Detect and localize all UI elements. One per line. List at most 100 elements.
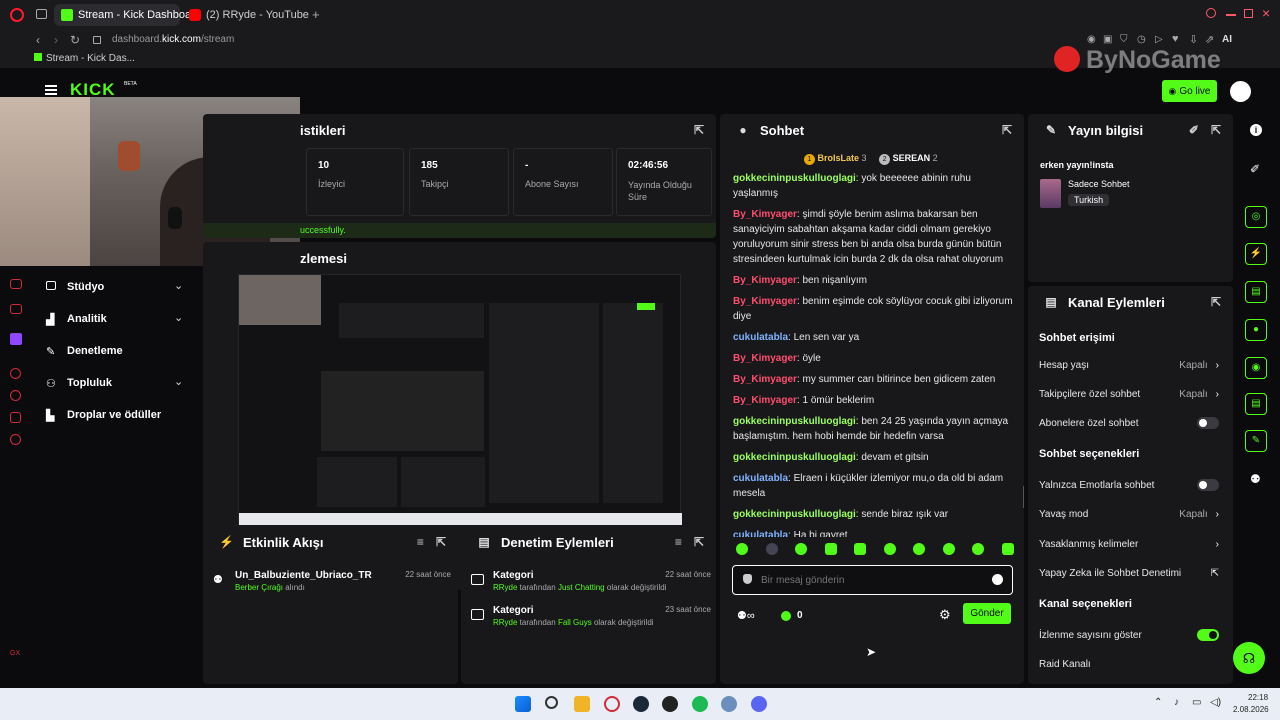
chat-input[interactable] [761, 572, 981, 588]
microphone-icon[interactable]: ♪ [1174, 697, 1179, 708]
tab-kick-dashboard[interactable]: Stream - Kick Dashboard [54, 4, 201, 26]
opera-logo-icon[interactable] [10, 8, 24, 22]
steam-icon[interactable] [633, 696, 649, 712]
volume-icon[interactable]: ◁) [1210, 697, 1221, 708]
extension-history-icon[interactable]: ◷ [1137, 34, 1146, 45]
emote-icon[interactable] [736, 543, 748, 555]
rail-list-icon[interactable]: ▤ [1245, 393, 1267, 415]
clock-date[interactable]: 2.08.2026 [1233, 705, 1269, 714]
opera-sidebar-youtube-icon[interactable] [10, 304, 22, 314]
forward-icon[interactable]: › [54, 33, 58, 47]
extension-play-icon[interactable]: ▷ [1155, 34, 1163, 45]
tab-overview-icon[interactable] [36, 9, 47, 19]
opera-sidebar-twitch-icon[interactable] [10, 333, 22, 345]
maximize-icon[interactable] [1244, 9, 1253, 18]
minimize-icon[interactable] [1226, 14, 1236, 16]
stream-preview-video[interactable] [238, 274, 682, 525]
avatar[interactable] [1230, 81, 1251, 102]
chat-username[interactable]: gokkecininpuskulluoglagi [733, 509, 856, 520]
search-tabs-icon[interactable] [1206, 8, 1216, 18]
chat-username[interactable]: By_Kimyager [733, 395, 797, 406]
extension-camera-icon[interactable]: ◉ [1087, 34, 1096, 45]
chat-username[interactable]: By_Kimyager [733, 296, 797, 307]
toggle-switch[interactable] [1197, 479, 1219, 491]
emote-icon[interactable] [824, 543, 837, 555]
go-live-button[interactable]: ◉ Go live [1162, 80, 1217, 102]
chat-username[interactable]: cukulatabla [733, 332, 788, 343]
extension-shield-icon[interactable]: ⛉ [1120, 34, 1128, 45]
chat-username[interactable]: gokkecininpuskulluoglagi [733, 452, 856, 463]
toggle-switch[interactable] [1197, 417, 1219, 429]
popout-icon[interactable]: ⇱ [694, 535, 704, 549]
rail-wrench-icon[interactable]: ✎ [1245, 430, 1267, 452]
new-tab-icon[interactable]: + [312, 7, 320, 22]
users-icon[interactable]: ⚉∞ [737, 609, 755, 622]
close-icon[interactable]: × [1262, 5, 1270, 21]
chat-username[interactable]: By_Kimyager [733, 374, 797, 385]
search-icon[interactable] [545, 696, 558, 709]
popout-icon[interactable]: ⇱ [436, 535, 446, 549]
opera-sidebar-play-icon[interactable] [10, 368, 21, 379]
setting-banned-words[interactable]: Yasaklanmış kelimeler › [1039, 535, 1219, 553]
rail-camera-icon[interactable]: ◎ [1245, 206, 1267, 228]
opera-gx-icon[interactable] [604, 696, 620, 712]
emoji-icon[interactable] [992, 574, 1003, 585]
setting-emotes-only[interactable]: Yalnızca Emotlarla sohbet [1039, 476, 1219, 494]
setting-show-viewcount[interactable]: İzlenme sayısını göster [1039, 626, 1219, 644]
setting-account-age[interactable]: Hesap yaşı Kapalı › [1039, 356, 1219, 374]
emote-icon[interactable] [795, 543, 808, 555]
opera-sidebar-discord-icon[interactable] [10, 412, 21, 423]
emote-icon[interactable] [913, 543, 926, 555]
emote-icon[interactable] [765, 543, 778, 555]
rail-broadcast-icon[interactable]: ◉ [1245, 357, 1267, 379]
setting-raid-channel[interactable]: Raid Kanalı [1039, 655, 1219, 673]
popout-icon[interactable]: ⇱ [1211, 123, 1221, 137]
back-icon[interactable]: ‹ [36, 33, 40, 47]
send-button[interactable]: Gönder [963, 603, 1011, 624]
tray-chevron-up-icon[interactable]: ⌃ [1154, 697, 1162, 708]
extension-vpn-icon[interactable]: ▣ [1103, 34, 1112, 45]
activity-user[interactable]: Un_Balbuziente_Ubriaco_TR [235, 570, 372, 581]
emote-icon[interactable] [883, 543, 896, 555]
opera-sidebar-settings-icon[interactable] [10, 434, 21, 445]
chat-username[interactable]: cukulatabla [733, 473, 788, 484]
setting-subscribers-only[interactable]: Abonelere özel sohbet [1039, 414, 1219, 432]
tab-youtube[interactable]: (2) RRyde - YouTube [182, 4, 309, 26]
category-name[interactable]: Sadece Sohbet [1068, 179, 1130, 189]
edit-pencil-icon[interactable]: ✐ [1189, 123, 1199, 137]
setting-followers-only[interactable]: Takipçilere özel sohbet Kapalı › [1039, 385, 1219, 403]
chat-username[interactable]: By_Kimyager [733, 353, 797, 364]
support-headset-icon[interactable]: ☊ [1233, 642, 1265, 674]
rail-chat-icon[interactable]: ● [1245, 319, 1267, 341]
discord-icon[interactable] [751, 696, 767, 712]
spotify-icon[interactable] [692, 696, 708, 712]
emote-icon[interactable] [854, 543, 867, 555]
emote-icon[interactable] [1001, 543, 1014, 555]
chat-username[interactable]: gokkecininpuskulluoglagi [733, 173, 856, 184]
rail-users-icon[interactable]: ⚉ [1250, 472, 1261, 486]
setting-slow-mode[interactable]: Yavaş mod Kapalı › [1039, 505, 1219, 523]
file-explorer-icon[interactable] [574, 696, 590, 712]
url-field[interactable]: dashboard.kick.com/stream [112, 34, 234, 45]
edit-pencil-icon[interactable]: ✐ [1250, 162, 1260, 176]
app-network-icon[interactable] [721, 696, 737, 712]
setting-ai-moderation[interactable]: Yapay Zeka ile Sohbet Denetimi ⇱ [1039, 564, 1219, 582]
popout-icon[interactable]: ⇱ [1002, 123, 1012, 137]
filter-icon[interactable]: ≡ [675, 535, 682, 549]
popout-icon[interactable]: ⇱ [694, 123, 704, 137]
chat-username[interactable]: gokkecininpuskulluoglagi [733, 416, 856, 427]
download-icon[interactable]: ⇩ [1189, 33, 1198, 46]
leader-name[interactable]: SEREAN [893, 153, 931, 163]
reload-icon[interactable]: ↻ [70, 33, 80, 47]
chat-username[interactable]: By_Kimyager [733, 209, 797, 220]
opera-sidebar-history-icon[interactable] [10, 390, 21, 401]
emote-icon[interactable] [942, 543, 955, 555]
chat-username[interactable]: By_Kimyager [733, 275, 797, 286]
info-icon[interactable]: i [1250, 124, 1262, 136]
rail-bolt-icon[interactable]: ⚡ [1245, 243, 1267, 265]
chat-scrollbar[interactable] [1023, 486, 1024, 508]
popout-icon[interactable]: ⇱ [1211, 295, 1221, 309]
ai-button[interactable]: AI [1222, 34, 1232, 45]
network-icon[interactable]: ▭ [1192, 697, 1201, 708]
opera-sidebar-messenger-icon[interactable] [10, 279, 22, 289]
